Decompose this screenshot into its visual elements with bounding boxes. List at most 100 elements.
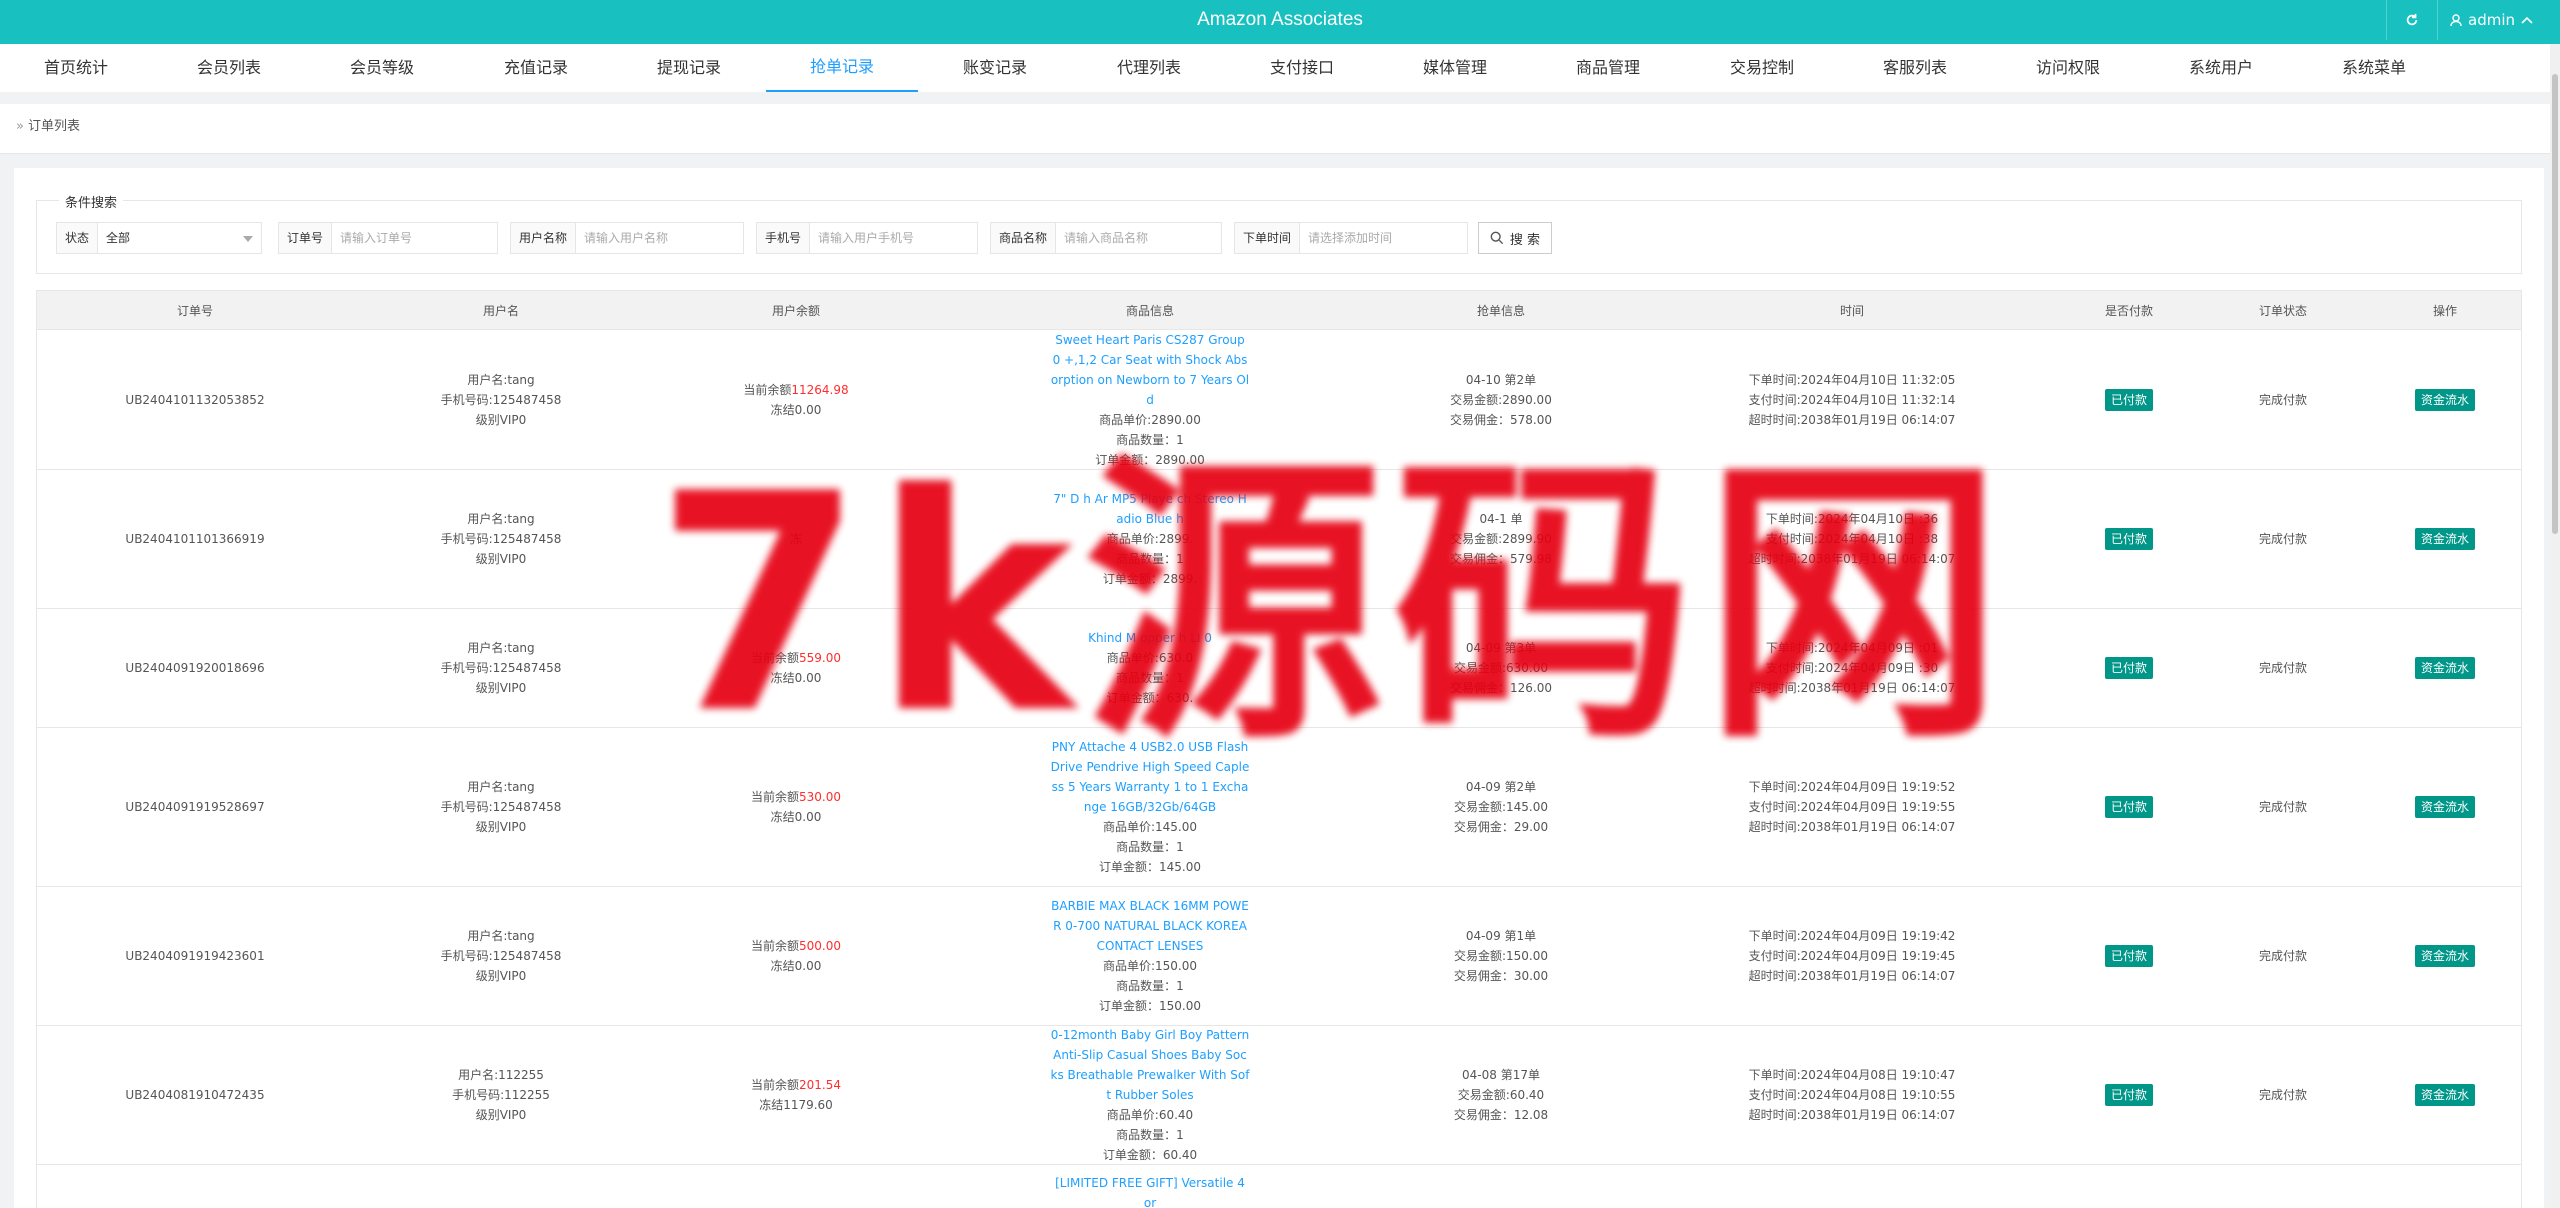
product-name-label: 商品名称 [991, 223, 1057, 253]
username-input[interactable]: 请输入用户名称 [576, 223, 743, 253]
user-cell: 用户名:tang 手机号码:125487458 级别VIP0 [353, 330, 649, 469]
breadcrumb-separator-icon: » [16, 119, 24, 134]
user-cell: 用户名:tang 手机号码:125487458 级别VIP0 [353, 887, 649, 1025]
table-row: [LIMITED FREE GIFT] Versatile 4 or [36, 1165, 2522, 1208]
user-name: admin [2468, 11, 2515, 29]
product-name-input[interactable]: 请输入商品名称 [1056, 223, 1221, 253]
order-time-field[interactable]: 下单时间 请选择添加时间 [1234, 222, 1468, 254]
status-value[interactable]: 全部 [98, 223, 261, 253]
nav-item-8[interactable]: 支付接口 [1226, 44, 1378, 92]
nav-item-1[interactable]: 会员列表 [153, 44, 305, 92]
grab-info-cell [1357, 1165, 1645, 1208]
grab-detail: 04-08 第17单 [1462, 1068, 1540, 1082]
frozen-amount: 冻结0.00 [770, 810, 822, 824]
nav-item-0[interactable]: 首页统计 [0, 44, 152, 92]
order-no-field[interactable]: 订单号 请输入订单号 [278, 222, 498, 254]
time-detail: 超时时间:2038年01月19日 06:14:07 [1748, 1108, 1956, 1122]
refresh-button[interactable] [2386, 0, 2438, 40]
status-select[interactable]: 状态 全部 [56, 222, 262, 254]
nav-item-14[interactable]: 系统用户 [2145, 44, 2297, 92]
grab-info-cell: 04-08 第17单 交易金额:60.40 交易佣金：12.08 [1357, 1026, 1645, 1164]
product-link[interactable]: 0-12month Baby Girl Boy Pattern Anti-Sli… [1050, 1025, 1250, 1105]
fund-flow-button[interactable]: 资金流水 [2414, 1084, 2475, 1106]
grab-detail: 交易佣金：29.00 [1453, 820, 1549, 834]
search-button[interactable]: 搜 索 [1478, 222, 1552, 254]
order-no: UB2404101132053852 [125, 392, 265, 407]
paid-cell: 已付款 [2059, 1026, 2199, 1164]
page-scrollbar[interactable] [2550, 44, 2560, 1208]
nav-item-5[interactable]: 抢单记录 [766, 44, 918, 92]
order-no-cell: UB2404101132053852 [37, 330, 353, 469]
nav-item-4[interactable]: 提现记录 [613, 44, 765, 92]
column-header-3: 商品信息 [1125, 304, 1174, 318]
order-time-input[interactable]: 请选择添加时间 [1300, 223, 1467, 253]
nav-item-3[interactable]: 充值记录 [460, 44, 612, 92]
time-detail: 下单时间:2024年04月10日 11:32:05 [1748, 372, 1956, 387]
nav-item-12[interactable]: 客服列表 [1839, 44, 1991, 92]
order-no-input[interactable]: 请输入订单号 [332, 223, 497, 253]
order-no: UB2404091920018696 [125, 661, 265, 675]
user-line: 手机号码:125487458 [440, 800, 562, 814]
user-line: 手机号码:112255 [452, 1088, 550, 1102]
column-header-1: 用户名 [482, 304, 519, 318]
user-cell: 用户名:112255 手机号码:112255 级别VIP0 [353, 1026, 649, 1164]
user-menu[interactable]: admin [2450, 0, 2533, 40]
order-no-cell [37, 1165, 353, 1208]
search-legend: 条件搜索 [59, 192, 124, 211]
user-line: 级别VIP0 [475, 412, 527, 427]
grab-detail: 04-09 第2单 [1465, 780, 1537, 794]
column-header-6: 是否付款 [2104, 304, 2153, 318]
time-detail: 下单时间:2024年04月08日 19:10:47 [1748, 1068, 1956, 1082]
order-no-cell: UB2404091920018696 [37, 609, 353, 727]
nav-item-11[interactable]: 交易控制 [1686, 44, 1838, 92]
nav-item-10[interactable]: 商品管理 [1532, 44, 1684, 92]
grab-detail: 交易佣金：12.08 [1453, 1108, 1549, 1122]
fund-flow-button[interactable]: 资金流水 [2414, 388, 2475, 411]
phone-field[interactable]: 手机号 请输入用户手机号 [756, 222, 978, 254]
product-detail: 商品数量：1 [1116, 1128, 1184, 1142]
fund-flow-button[interactable]: 资金流水 [2414, 796, 2475, 818]
phone-input[interactable]: 请输入用户手机号 [810, 223, 977, 253]
username-field[interactable]: 用户名称 请输入用户名称 [510, 222, 744, 254]
paid-badge: 已付款 [2104, 388, 2153, 411]
fund-flow-button[interactable]: 资金流水 [2414, 528, 2475, 550]
time-detail: 下单时间:2024年04月09日 19:19:52 [1748, 780, 1956, 794]
time-cell: 下单时间:2024年04月09日 19:19:42 支付时间:2024年04月09… [1645, 887, 2059, 1025]
product-link[interactable]: Sweet Heart Paris CS287 Group 0 +,1,2 Ca… [1050, 330, 1250, 410]
user-line: 用户名:tang [467, 512, 535, 526]
user-line: 用户名:tang [467, 780, 535, 794]
user-line: 用户名:tang [467, 929, 535, 943]
balance-cell: 当前余额201.54 冻结1179.60 [649, 1026, 943, 1164]
time-detail: 超时时间:2038年01月19日 06:14:07 [1748, 820, 1956, 834]
balance-line: 当前余额500.00 [751, 936, 841, 956]
order-no: UB2404091919528697 [125, 800, 265, 814]
product-name-field[interactable]: 商品名称 请输入商品名称 [990, 222, 1222, 254]
user-line: 级别VIP0 [475, 1108, 527, 1122]
nav-item-13[interactable]: 访问权限 [1992, 44, 2144, 92]
product-detail: 商品单价:145.00 [1102, 820, 1198, 834]
refresh-icon [2406, 13, 2418, 26]
nav-item-2[interactable]: 会员等级 [306, 44, 458, 92]
paid-cell: 已付款 [2059, 728, 2199, 886]
nav-item-9[interactable]: 媒体管理 [1379, 44, 1531, 92]
nav-item-7[interactable]: 代理列表 [1073, 44, 1225, 92]
paid-badge: 已付款 [2104, 945, 2153, 967]
product-link[interactable]: [LIMITED FREE GIFT] Versatile 4 or [1050, 1173, 1250, 1208]
product-link[interactable]: BARBIE MAX BLACK 16MM POWER 0-700 NATURA… [1050, 896, 1250, 956]
search-icon [1490, 231, 1504, 245]
user-cell: 用户名:tang 手机号码:125487458 级别VIP0 [353, 728, 649, 886]
nav-item-15[interactable]: 系统菜单 [2298, 44, 2450, 92]
order-status: 完成付款 [2258, 392, 2307, 407]
fund-flow-button[interactable]: 资金流水 [2414, 945, 2475, 967]
user-cell [353, 1165, 649, 1208]
paid-cell: 已付款 [2059, 470, 2199, 608]
nav-item-6[interactable]: 账变记录 [919, 44, 1071, 92]
order-no: UB2404101101366919 [125, 532, 265, 546]
watermark-overlay: 7k源码网 [655, 430, 2014, 779]
balance-value: 530.00 [799, 790, 841, 804]
fund-flow-button[interactable]: 资金流水 [2414, 657, 2475, 679]
time-detail: 支付时间:2024年04月10日 11:32:14 [1748, 392, 1956, 407]
grab-detail: 交易金额:60.40 [1457, 1088, 1545, 1102]
scrollbar-thumb[interactable] [2552, 74, 2558, 534]
balance-line: 当前余额201.54 [751, 1075, 841, 1095]
